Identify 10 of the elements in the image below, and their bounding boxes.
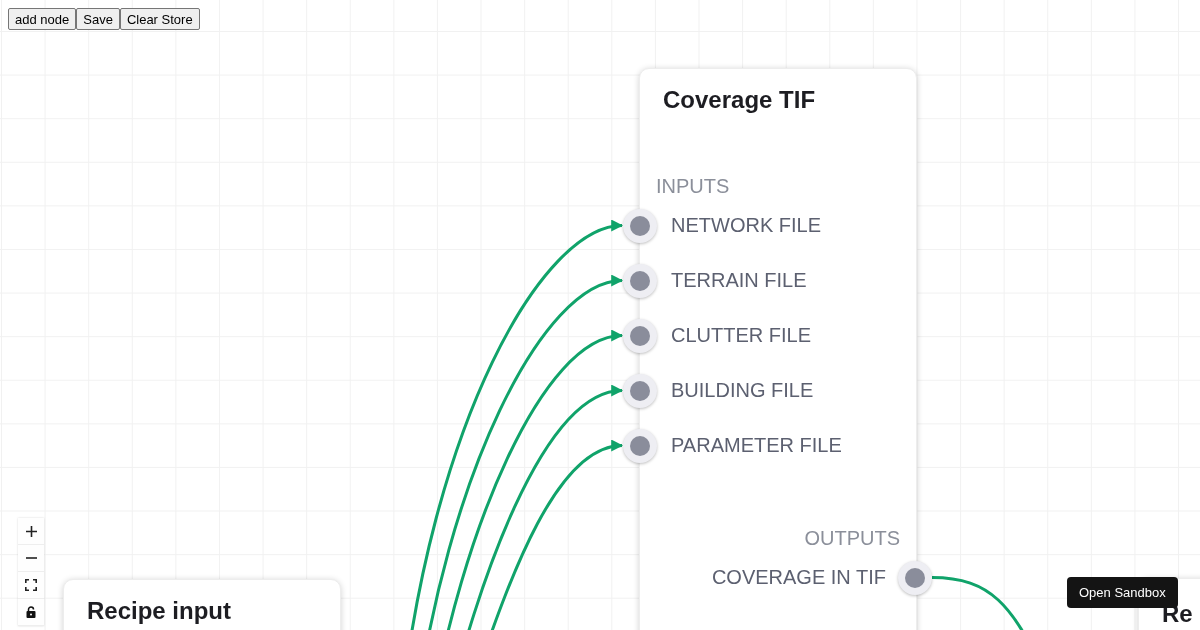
port-label: CLUTTER FILE: [670, 324, 812, 347]
port-label: PARAMETER FILE: [670, 434, 842, 457]
section-label: INPUTS: [656, 174, 730, 198]
port-label: BUILDING FILE: [670, 379, 814, 402]
node-title: Recipe input: [86, 597, 231, 625]
port-label: COVERAGE IN TIF: [711, 566, 887, 589]
section-label: OUTPUTS: [804, 526, 900, 550]
port-label: TERRAIN FILE: [670, 269, 807, 292]
node-title: Coverage TIF: [662, 86, 816, 114]
port-label: NETWORK FILE: [670, 214, 821, 237]
